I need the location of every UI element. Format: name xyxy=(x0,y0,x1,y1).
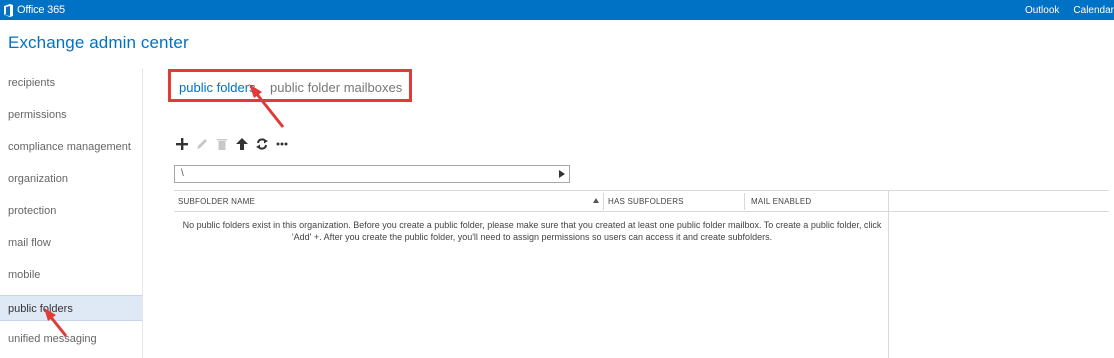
sidebar-item-recipients[interactable]: recipients xyxy=(0,70,142,96)
sidebar-item-compliance-management[interactable]: compliance management xyxy=(0,134,142,160)
sidebar-item-protection[interactable]: protection xyxy=(0,198,142,224)
refresh-icon[interactable] xyxy=(254,136,270,152)
add-icon[interactable] xyxy=(174,136,190,152)
tab-public-folder-mailboxes[interactable]: public folder mailboxes xyxy=(270,80,402,95)
column-header-has-subfolders[interactable]: HAS SUBFOLDERS xyxy=(608,191,684,212)
office365-top-bar: Office 365 Outlook Calendar xyxy=(0,0,1114,20)
brand-label: Office 365 xyxy=(17,4,65,16)
column-header-subfolder-name[interactable]: SUBFOLDER NAME xyxy=(178,191,255,212)
sidebar-item-organization[interactable]: organization xyxy=(0,166,142,192)
tabs-annotation-box: public folders public folder mailboxes xyxy=(168,69,412,102)
sidebar-item-unified-messaging[interactable]: unified messaging xyxy=(0,326,142,352)
sidebar-item-mail-flow[interactable]: mail flow xyxy=(0,230,142,256)
details-pane-divider xyxy=(888,191,889,358)
sidebar-item-permissions[interactable]: permissions xyxy=(0,102,142,128)
empty-message-line-1: No public folders exist in this organiza… xyxy=(182,220,882,230)
office365-brand[interactable]: Office 365 xyxy=(3,2,65,18)
folder-path-input[interactable]: \ xyxy=(174,165,570,183)
empty-grid-message: No public folders exist in this organiza… xyxy=(178,219,886,243)
grid-header: SUBFOLDER NAME HAS SUBFOLDERS MAIL ENABL… xyxy=(174,191,1109,212)
sort-ascending-icon xyxy=(593,198,599,203)
sidebar-item-public-folders[interactable]: public folders xyxy=(0,295,142,321)
office-logo-icon xyxy=(4,3,13,17)
go-arrow-icon[interactable] xyxy=(559,170,565,178)
column-header-mail-enabled[interactable]: MAIL ENABLED xyxy=(751,191,811,212)
nav-divider xyxy=(142,68,143,358)
top-nav-calendar[interactable]: Calendar xyxy=(1073,5,1114,16)
column-separator xyxy=(744,193,745,210)
column-separator xyxy=(603,193,604,210)
top-nav: Outlook Calendar xyxy=(1011,0,1114,20)
edit-icon[interactable] xyxy=(194,136,210,152)
left-nav: recipients permissions compliance manage… xyxy=(0,68,142,358)
page-title: Exchange admin center xyxy=(8,33,189,52)
more-icon[interactable] xyxy=(274,136,290,152)
toolbar xyxy=(174,136,294,152)
folder-path-value: \ xyxy=(181,168,184,179)
move-up-icon[interactable] xyxy=(234,136,250,152)
sidebar-item-mobile[interactable]: mobile xyxy=(0,262,142,288)
empty-message-line-2: 'Add' +. After you create the public fol… xyxy=(291,232,773,242)
tab-public-folders[interactable]: public folders xyxy=(179,80,256,95)
top-nav-outlook[interactable]: Outlook xyxy=(1025,5,1059,16)
delete-icon[interactable] xyxy=(214,136,230,152)
